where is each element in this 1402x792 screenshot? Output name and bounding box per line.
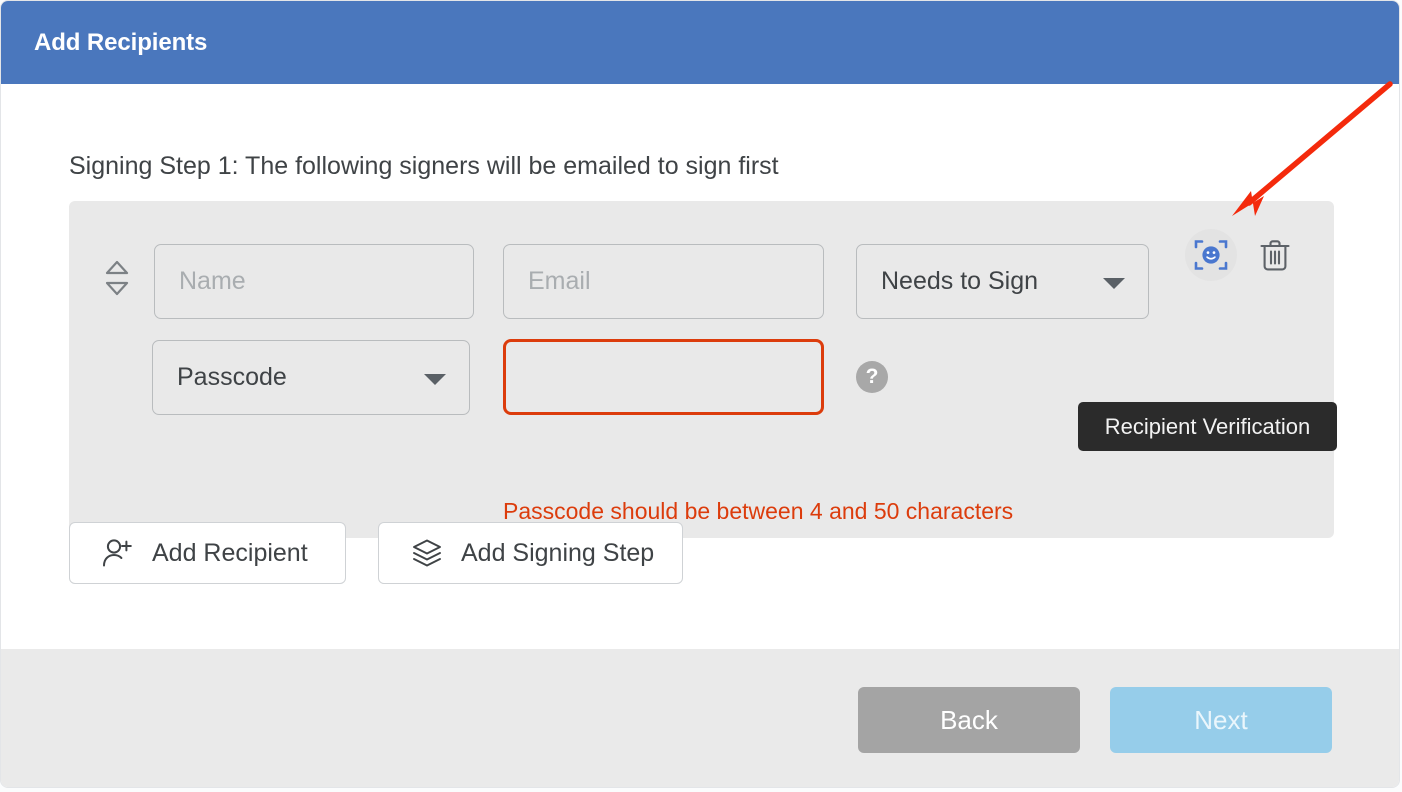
email-input[interactable]: Email	[503, 244, 824, 319]
recipient-role-select[interactable]: Needs to Sign	[856, 244, 1149, 319]
dialog-footer: Back Next	[1, 649, 1399, 787]
passcode-error-message: Passcode should be between 4 and 50 char…	[503, 498, 1014, 524]
add-recipients-dialog: Add Recipients Signing Step 1: The follo…	[0, 0, 1400, 788]
chevron-down-icon	[1103, 277, 1125, 289]
recipient-role-value: Needs to Sign	[881, 267, 1039, 295]
name-placeholder: Name	[179, 267, 246, 295]
authentication-type-select[interactable]: Passcode	[152, 340, 470, 415]
add-person-icon	[98, 533, 138, 573]
tooltip-label: Recipient Verification	[1104, 413, 1311, 439]
recipient-verification-tooltip: Recipient Verification	[1078, 402, 1337, 451]
add-signing-step-label: Add Signing Step	[461, 538, 655, 567]
face-scan-verification-icon	[1194, 240, 1228, 270]
add-recipient-label: Add Recipient	[152, 538, 308, 567]
email-placeholder: Email	[528, 267, 591, 295]
back-button[interactable]: Back	[858, 687, 1080, 753]
passcode-input[interactable]	[503, 339, 824, 415]
authentication-type-value: Passcode	[177, 363, 287, 391]
layers-stack-icon	[407, 533, 447, 573]
help-question-icon[interactable]: ?	[856, 361, 888, 393]
trash-delete-icon	[1260, 240, 1290, 271]
drag-updown-icon[interactable]	[100, 256, 134, 300]
name-input[interactable]: Name	[154, 244, 474, 319]
add-recipient-button[interactable]: Add Recipient	[69, 522, 346, 584]
next-button[interactable]: Next	[1110, 687, 1332, 753]
delete-recipient-button[interactable]	[1249, 229, 1301, 281]
add-signing-step-button[interactable]: Add Signing Step	[378, 522, 683, 584]
dialog-header: Add Recipients	[1, 1, 1399, 84]
chevron-down-icon	[424, 373, 446, 385]
recipient-verification-button[interactable]	[1185, 229, 1237, 281]
dialog-title: Add Recipients	[34, 29, 208, 56]
signing-step-heading: Signing Step 1: The following signers wi…	[69, 152, 779, 180]
recipient-row-panel: Name Email Needs to Sign Passcode ? Pass…	[69, 201, 1334, 538]
dialog-body: Signing Step 1: The following signers wi…	[1, 84, 1399, 649]
